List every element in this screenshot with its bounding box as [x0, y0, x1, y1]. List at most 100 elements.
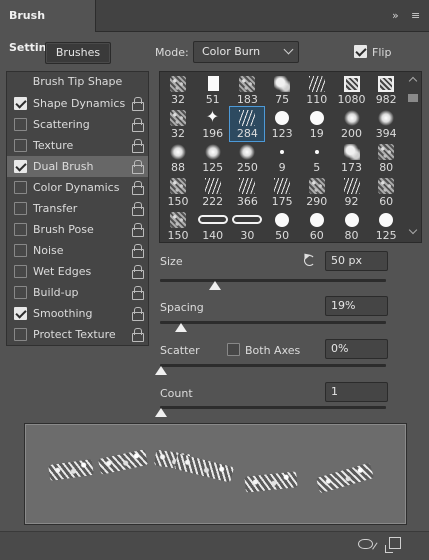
brush-tip-boxed-icon: [378, 76, 395, 92]
option-checkbox[interactable]: [14, 244, 27, 257]
brush-tip-cell[interactable]: 9: [265, 141, 299, 175]
brush-tip-cell[interactable]: 60: [369, 175, 403, 209]
brush-tip-cell[interactable]: 92: [335, 175, 369, 209]
option-item-protect-texture[interactable]: Protect Texture: [7, 324, 148, 345]
both-axes-checkbox[interactable]: [227, 343, 240, 356]
brush-tip-grid[interactable]: 32 51 183 75 110 1080 982 32 196 284 123 19 200 394 88…: [160, 72, 405, 242]
brush-tip-texture-icon: [170, 178, 186, 194]
lock-icon[interactable]: [132, 286, 144, 300]
brush-tip-cell[interactable]: 140: [196, 209, 230, 242]
brush-tip-cell[interactable]: 19: [300, 107, 334, 141]
scatter-input[interactable]: 0%: [325, 339, 388, 359]
brush-tip-cell[interactable]: 394: [369, 107, 403, 141]
option-checkbox[interactable]: [14, 118, 27, 131]
brush-stroke-preview: [24, 423, 407, 525]
size-input[interactable]: 50 px: [325, 251, 388, 271]
option-item-scattering[interactable]: Scattering: [7, 114, 148, 135]
option-item-noise[interactable]: Noise: [7, 240, 148, 261]
brush-tip-cell[interactable]: 80: [369, 141, 403, 175]
option-item-wet-edges[interactable]: Wet Edges: [7, 261, 148, 282]
brush-tip-cell[interactable]: 88: [161, 141, 195, 175]
brush-tip-cell[interactable]: 183: [230, 73, 264, 107]
brush-tip-cell[interactable]: 250: [230, 141, 264, 175]
option-checkbox[interactable]: [14, 160, 27, 173]
brush-tip-scrollbar[interactable]: [405, 72, 421, 242]
option-item-texture[interactable]: Texture: [7, 135, 148, 156]
scroll-thumb[interactable]: [408, 94, 418, 102]
lock-icon[interactable]: [132, 244, 144, 258]
lock-icon[interactable]: [132, 328, 144, 342]
brush-tip-cell[interactable]: 290: [300, 175, 334, 209]
tab-brush-settings[interactable]: Brush Settings: [0, 0, 96, 54]
new-preset-icon[interactable]: [385, 537, 401, 553]
brush-tip-cell[interactable]: 80: [335, 209, 369, 242]
brush-tip-cell[interactable]: 123: [265, 107, 299, 141]
mode-select[interactable]: Color Burn: [193, 41, 299, 63]
brush-tip-cell[interactable]: 982: [369, 73, 403, 107]
brush-tip-cell[interactable]: 200: [335, 107, 369, 141]
lock-icon[interactable]: [132, 118, 144, 132]
brush-tip-cell[interactable]: 30: [230, 209, 264, 242]
brush-tip-cell[interactable]: 60: [300, 209, 334, 242]
scatter-slider-track[interactable]: [160, 364, 386, 367]
brush-tip-cell[interactable]: 32: [161, 73, 195, 107]
option-item-shape-dynamics[interactable]: Shape Dynamics: [7, 93, 148, 114]
brush-tip-size: 394: [375, 127, 397, 140]
panel-menu-icon[interactable]: ≡: [411, 9, 420, 23]
count-slider-track[interactable]: [160, 406, 386, 409]
brush-tip-cell[interactable]: 173: [335, 141, 369, 175]
size-slider-track[interactable]: [160, 279, 386, 282]
brush-tip-cell[interactable]: 5: [300, 141, 334, 175]
lock-icon[interactable]: [132, 307, 144, 321]
option-item-smoothing[interactable]: Smoothing: [7, 303, 148, 324]
brush-tip-cell[interactable]: 110: [300, 73, 334, 107]
brush-tip-cell[interactable]: 366: [230, 175, 264, 209]
option-checkbox[interactable]: [14, 202, 27, 215]
collapse-icon[interactable]: »: [392, 9, 399, 23]
brush-tip-cell[interactable]: 50: [265, 209, 299, 242]
option-item-dual-brush[interactable]: Dual Brush: [7, 156, 148, 177]
spacing-slider-track[interactable]: [160, 321, 386, 324]
option-checkbox[interactable]: [14, 139, 27, 152]
option-checkbox[interactable]: [14, 97, 27, 110]
lock-icon[interactable]: [132, 97, 144, 111]
brush-tip-cell[interactable]: 284: [229, 106, 266, 142]
reset-size-icon[interactable]: [302, 253, 316, 267]
brush-tip-cell[interactable]: 125: [369, 209, 403, 242]
option-checkbox[interactable]: [14, 181, 27, 194]
brush-tip-cell[interactable]: 125: [196, 141, 230, 175]
lock-icon[interactable]: [132, 223, 144, 237]
option-item-brush-pose[interactable]: Brush Pose: [7, 219, 148, 240]
lock-icon[interactable]: [132, 202, 144, 216]
spacing-input[interactable]: 19%: [325, 296, 388, 316]
brush-tip-cell[interactable]: 150: [161, 209, 195, 242]
scroll-down-icon[interactable]: [408, 225, 418, 235]
lock-icon[interactable]: [132, 139, 144, 153]
option-checkbox[interactable]: [14, 286, 27, 299]
lock-icon[interactable]: [132, 160, 144, 174]
option-checkbox[interactable]: [14, 328, 27, 341]
option-checkbox[interactable]: [14, 307, 27, 320]
brush-tip-round-icon: [344, 213, 359, 227]
brush-tip-cell[interactable]: 75: [265, 73, 299, 107]
brush-tip-cell[interactable]: 196: [196, 107, 230, 141]
toggle-preview-icon[interactable]: [358, 538, 376, 550]
option-item-build-up[interactable]: Build-up: [7, 282, 148, 303]
flip-checkbox[interactable]: [354, 45, 367, 58]
option-checkbox[interactable]: [14, 223, 27, 236]
lock-icon[interactable]: [132, 265, 144, 279]
option-item-transfer[interactable]: Transfer: [7, 198, 148, 219]
brush-tip-cell[interactable]: 32: [161, 107, 195, 141]
brush-tip-shape-item[interactable]: Brush Tip Shape: [7, 72, 148, 92]
brushes-button[interactable]: Brushes: [45, 42, 111, 64]
count-input[interactable]: 1: [325, 382, 388, 402]
brush-tip-cell[interactable]: 222: [196, 175, 230, 209]
brush-tip-cell[interactable]: 1080: [335, 73, 369, 107]
option-item-color-dynamics[interactable]: Color Dynamics: [7, 177, 148, 198]
option-checkbox[interactable]: [14, 265, 27, 278]
scroll-up-icon[interactable]: [408, 76, 418, 86]
brush-tip-cell[interactable]: 150: [161, 175, 195, 209]
brush-tip-cell[interactable]: 175: [265, 175, 299, 209]
lock-icon[interactable]: [132, 181, 144, 195]
brush-tip-cell[interactable]: 51: [196, 73, 230, 107]
